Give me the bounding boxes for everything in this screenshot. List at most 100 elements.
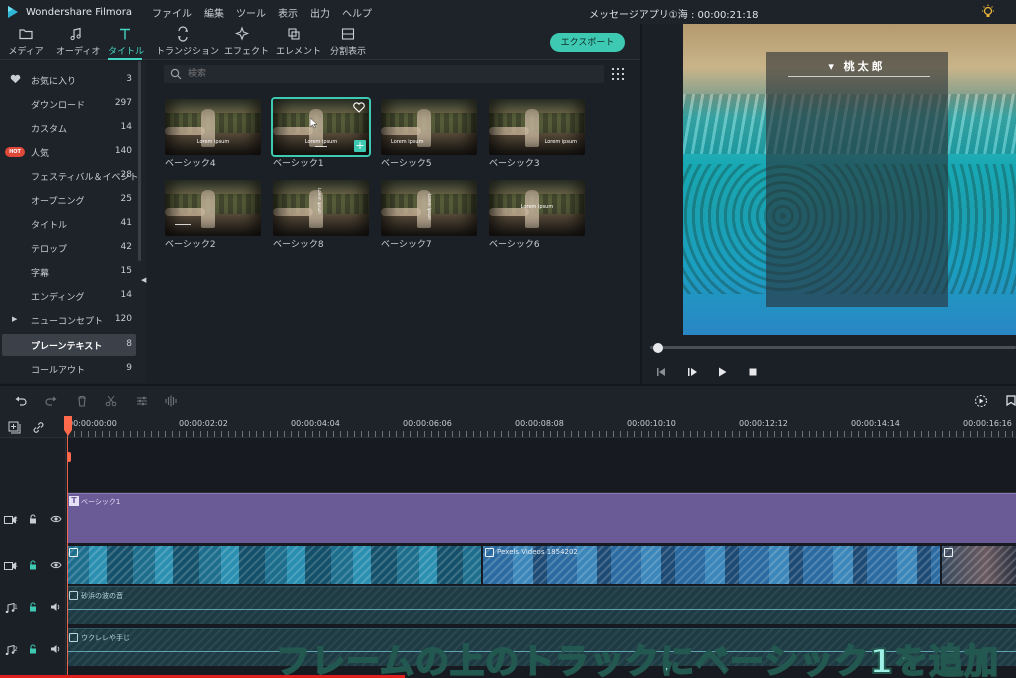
lock-icon[interactable] [27,514,39,524]
redo-icon[interactable] [44,394,58,408]
lock-icon[interactable] [27,602,39,612]
tab-split-screen-label: 分割表示 [329,47,366,57]
track-number: 1 [14,562,18,569]
category-downloads[interactable]: ダウンロード 297 [2,93,136,115]
category-custom[interactable]: カスタム 14 [2,117,136,139]
tab-split-screen[interactable]: 分割表示 [328,24,368,60]
lock-icon[interactable] [27,560,39,570]
eye-icon[interactable] [50,560,62,570]
link-icon[interactable] [32,421,45,434]
category-new-concept[interactable]: ▶ ニューコンセプト 120 [2,309,136,331]
element-icon [288,28,300,40]
title-clip[interactable]: T ベーシック1 [67,493,1016,543]
category-telop[interactable]: テロップ 42 [2,237,136,259]
title-overlay-frame[interactable]: ▾ 桃太郎 [766,52,948,307]
category-title[interactable]: タイトル 41 [2,213,136,235]
empty-track[interactable] [67,438,1016,493]
category-count: 9 [126,363,132,373]
expand-arrow-icon[interactable]: ▶ [12,315,17,323]
render-preview-icon[interactable] [974,394,988,408]
delete-trash-icon[interactable] [75,394,89,408]
audio-clip-label: ウクレレや手じ [81,634,130,642]
category-festival[interactable]: フェスティバル＆イベント 28 [2,165,138,187]
menu-export[interactable]: 出力 [310,5,330,20]
add-track-icon[interactable] [8,421,21,434]
lightbulb-icon[interactable] [980,4,996,20]
adjust-sliders-icon[interactable] [135,394,149,408]
audio-waveform-icon[interactable] [164,394,178,408]
play-icon[interactable] [715,365,729,379]
menu-edit[interactable]: 編集 [204,5,224,20]
app-title: Wondershare Filmora [26,6,132,18]
speaker-icon[interactable] [50,602,62,612]
tab-transitions[interactable]: トランジション [156,24,219,60]
thumb-underline [315,146,327,147]
category-opening[interactable]: オープニング 25 [2,189,136,211]
menu-tools[interactable]: ツール [236,5,266,20]
title-thumb-basic3[interactable]: Lorem ipsum [489,99,585,155]
category-favorites[interactable]: お気に入り 3 [2,69,136,91]
tab-effects[interactable]: エフェクト [224,24,270,60]
tab-audio[interactable]: オーディオ [56,24,100,60]
search-box[interactable] [164,65,604,83]
undo-icon[interactable] [14,394,28,408]
stop-icon[interactable] [746,365,760,379]
tab-titles[interactable]: タイトル [108,24,144,60]
text-clip-icon: T [69,496,79,506]
category-count: 120 [114,314,132,324]
title-thumb-basic2[interactable] [165,180,261,236]
grid-view-icon[interactable] [612,68,624,80]
title-thumb-basic6[interactable]: Lorem ipsum [489,180,585,236]
track-headers: 2 1 1 2 [0,438,66,678]
thumb-text: Lorem ipsum [196,139,230,145]
thumb-label: ベーシック5 [381,159,432,169]
title-thumb-basic1[interactable]: Lorem ipsum + [271,97,371,157]
favorite-heart-icon[interactable] [353,102,365,113]
music-note-icon [70,27,81,41]
category-plain-text[interactable]: プレーンテキスト 8 [2,334,136,356]
tutorial-caption: フレームの上のトラックにベーシック1を追加 [275,641,999,678]
category-count: 41 [120,218,132,228]
category-callout[interactable]: コールアウト 9 [2,358,136,380]
tab-elements[interactable]: エレメント [276,24,321,60]
category-popular[interactable]: HOT 人気 140 [2,141,136,163]
playhead-line [67,436,68,678]
video-clip[interactable]: Pexels Videos 1854202 [483,546,940,584]
thumb-text: Lorem ipsum [520,204,554,210]
scrubber-handle[interactable] [653,343,663,353]
eye-icon[interactable] [50,514,62,524]
video-clip[interactable] [67,546,481,584]
title-thumb-basic8[interactable]: Lorem ipsum [273,180,369,236]
menu-file[interactable]: ファイル [152,5,192,20]
category-ending[interactable]: エンディング 14 [2,285,136,307]
speaker-icon[interactable] [50,644,62,654]
playback-scrubber[interactable] [650,346,1016,349]
marker-icon[interactable] [1004,394,1016,408]
tab-effects-label: エフェクト [224,47,270,57]
category-name: カスタム [31,125,68,135]
scissors-cut-icon[interactable] [104,394,118,408]
track-number: 2 [14,516,18,523]
timeline-ruler[interactable]: 00:00:00:00 00:00:02:02 00:00:04:04 00:0… [0,416,1016,438]
category-subtitles[interactable]: 字幕 15 [2,261,136,283]
step-forward-icon[interactable] [685,365,699,379]
video-clip[interactable] [942,546,1016,584]
title-thumb-basic4[interactable]: Lorem ipsum [165,99,261,155]
category-count: 3 [126,74,132,84]
collapse-panel-icon[interactable]: ◀ [141,276,146,284]
add-to-timeline-icon[interactable]: + [354,140,366,152]
title-underline [788,76,930,77]
step-back-icon[interactable] [654,365,668,379]
audio-clip[interactable]: 砂浜の波の音 [67,586,1016,624]
search-input[interactable] [188,67,588,81]
menu-view[interactable]: 表示 [278,5,298,20]
sidebar-scrollbar[interactable] [138,61,141,261]
menu-help[interactable]: ヘルプ [342,5,372,20]
title-thumb-basic5[interactable]: Lorem ipsum [381,99,477,155]
preview-panel: ▾ 桃太郎 [642,24,1016,384]
title-thumb-basic7[interactable]: Lorem ipsum [381,180,477,236]
export-button[interactable]: エクスポート [550,33,625,52]
lock-icon[interactable] [27,644,39,654]
thumb-label: ベーシック2 [165,240,216,250]
tab-media[interactable]: メディア [8,24,44,60]
